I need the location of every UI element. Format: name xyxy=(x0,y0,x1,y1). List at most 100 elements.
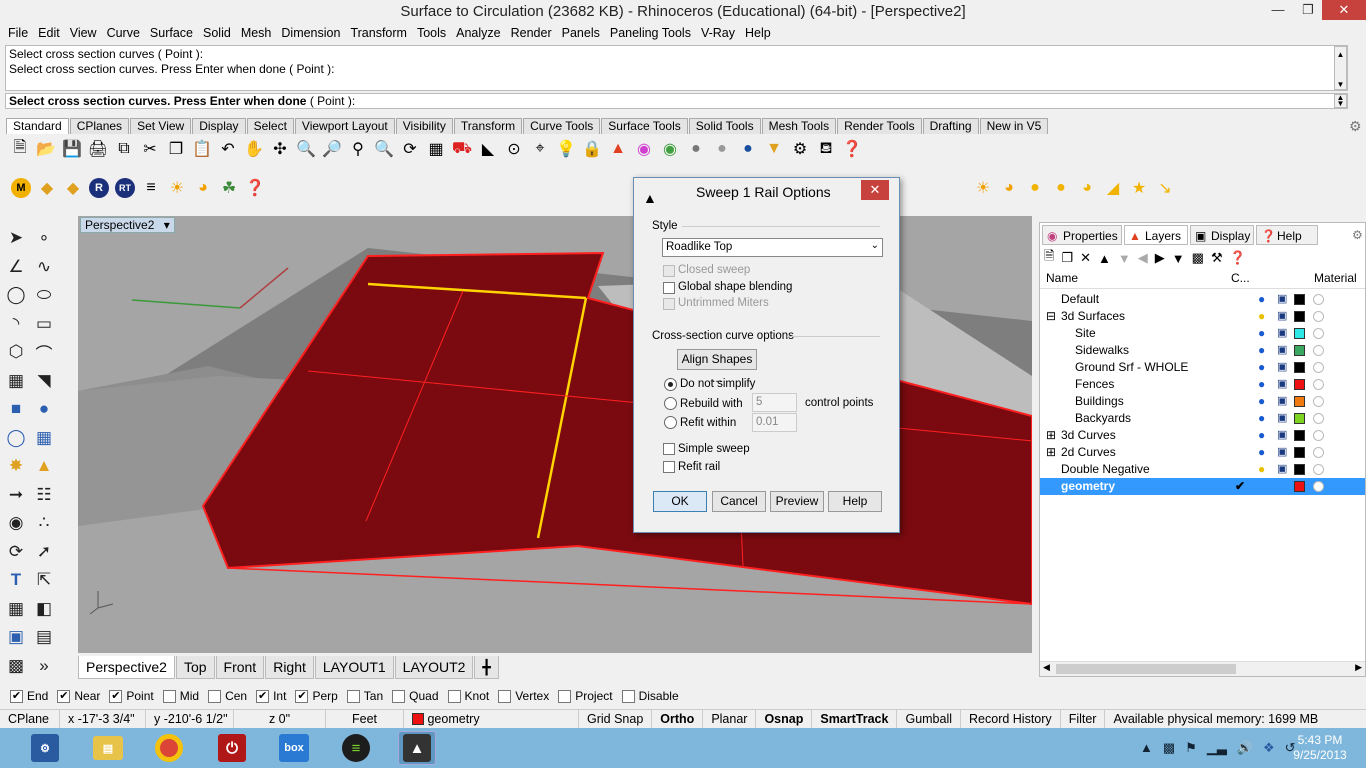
new-file-icon[interactable]: 🗎 xyxy=(7,136,33,162)
osnap-checkbox[interactable] xyxy=(346,689,360,703)
layer-material-swatch[interactable] xyxy=(1313,345,1324,356)
tab-layout1[interactable]: LAYOUT1 xyxy=(314,656,394,679)
menu-dimension[interactable]: Dimension xyxy=(276,26,345,40)
lock-icon[interactable]: ▣ xyxy=(1277,461,1287,478)
command-prompt[interactable]: Select cross section curves. Press Enter… xyxy=(5,93,1348,109)
file-explorer-icon[interactable]: ▤ xyxy=(89,731,127,765)
osnap-knot[interactable]: Knot xyxy=(447,689,489,703)
light-bulb-icon[interactable]: ● xyxy=(1258,444,1265,461)
menu-vray[interactable]: V-Ray xyxy=(696,26,740,40)
sphere-icon[interactable]: ● xyxy=(31,396,57,422)
units-status[interactable]: Feet xyxy=(326,710,404,728)
layer-material-swatch[interactable] xyxy=(1313,447,1324,458)
osnap-end[interactable]: ✔ End xyxy=(10,689,48,703)
surface-from-points-icon[interactable]: ▦ xyxy=(3,368,29,394)
layers-help-icon[interactable]: ❓ xyxy=(1230,250,1246,266)
osnap-checkbox[interactable] xyxy=(392,689,406,703)
menu-tools[interactable]: Tools xyxy=(412,26,451,40)
style-select[interactable]: Roadlike Top ⌄ xyxy=(662,238,883,257)
render-preview-icon[interactable]: ▼ xyxy=(761,136,787,162)
layer-color-swatch[interactable] xyxy=(1294,379,1305,390)
layer-material-swatch[interactable] xyxy=(1313,413,1324,424)
layer-color-swatch[interactable] xyxy=(1294,294,1305,305)
ies-light-icon[interactable]: ★ xyxy=(1126,175,1152,201)
lock-icon[interactable]: ▣ xyxy=(1277,410,1287,427)
simple-sweep-checkbox[interactable] xyxy=(663,443,675,455)
osnap-mid[interactable]: Mid xyxy=(162,689,199,703)
name-column-header[interactable]: Name xyxy=(1046,267,1078,289)
directional-light-icon[interactable]: ↘ xyxy=(1152,175,1178,201)
tab-layout2[interactable]: LAYOUT2 xyxy=(394,656,474,679)
layer-material-swatch[interactable] xyxy=(1313,311,1324,322)
tab-solid-tools[interactable]: Solid Tools xyxy=(688,118,761,134)
layer-color-swatch[interactable] xyxy=(1294,345,1305,356)
sun-icon[interactable]: ☀ xyxy=(164,175,190,201)
scroll-thumb[interactable] xyxy=(1056,664,1236,674)
import-icon[interactable]: ⧉ xyxy=(111,136,137,162)
layer-color-swatch[interactable] xyxy=(1294,311,1305,322)
light-bulb-icon[interactable]: ● xyxy=(1258,410,1265,427)
expand-toggle-icon[interactable]: ⊞ xyxy=(1046,427,1056,444)
tab-right[interactable]: Right xyxy=(265,656,314,679)
grid-snap-toggle[interactable]: Grid Snap xyxy=(579,710,653,728)
menu-panels[interactable]: Panels xyxy=(557,26,605,40)
layer-color-swatch[interactable] xyxy=(1294,481,1305,492)
move-down-icon[interactable]: ▼ xyxy=(1118,251,1131,266)
restore-button[interactable]: ❐ xyxy=(1292,0,1324,20)
menu-analyze[interactable]: Analyze xyxy=(451,26,505,40)
layer-material-swatch[interactable] xyxy=(1313,362,1324,373)
gear-icon[interactable]: ⚙ xyxy=(1349,118,1362,135)
render-color-icon[interactable]: ◉ xyxy=(657,136,683,162)
expand-toggle-icon[interactable]: ⊞ xyxy=(1046,444,1056,461)
layer-material-swatch[interactable] xyxy=(1313,430,1324,441)
new-layer-icon[interactable]: 🗎 xyxy=(1044,247,1054,269)
tab-mesh-tools[interactable]: Mesh Tools xyxy=(761,118,837,134)
osnap-checkbox[interactable] xyxy=(447,689,461,703)
layer-row[interactable]: geometry ✔ xyxy=(1040,478,1365,495)
arc-icon[interactable]: ◝ xyxy=(3,311,29,337)
close-window-button[interactable]: ✕ xyxy=(1322,0,1366,20)
layer-row[interactable]: Sidewalks ● ▣ xyxy=(1040,342,1365,359)
command-history[interactable]: Select cross section curves ( Point ): S… xyxy=(5,45,1348,91)
block-icon[interactable]: ▣ xyxy=(3,624,29,650)
layer-material-swatch[interactable] xyxy=(1313,396,1324,407)
dome-light-2-icon[interactable]: ◕ xyxy=(1074,175,1100,201)
filter-toggle[interactable]: Filter xyxy=(1061,710,1106,728)
layer-row[interactable]: Double Negative ● ▣ xyxy=(1040,461,1365,478)
tools-icon[interactable]: ⚒ xyxy=(1211,250,1223,266)
lock-icon[interactable]: ▣ xyxy=(1277,359,1287,376)
tray-volume-icon[interactable]: 🔊 xyxy=(1237,740,1253,756)
save-icon[interactable]: 💾 xyxy=(59,136,85,162)
osnap-checkbox[interactable]: ✔ xyxy=(295,689,309,703)
pan-icon[interactable]: ✋ xyxy=(241,136,267,162)
viewport-title[interactable]: Perspective2 ▾ xyxy=(80,217,175,233)
color-wheel-icon[interactable]: ◉ xyxy=(631,136,657,162)
expand-toggle-icon[interactable]: ⊟ xyxy=(1046,308,1056,325)
current-column-header[interactable]: C... xyxy=(1231,267,1250,289)
tab-display-panel[interactable]: ▣ Display xyxy=(1190,225,1254,245)
menu-surface[interactable]: Surface xyxy=(145,26,198,40)
toolbar-layout-icon[interactable]: ⛾ xyxy=(813,136,839,162)
trim-icon[interactable]: ▲ xyxy=(31,453,57,479)
osnap-checkbox[interactable]: ✔ xyxy=(256,689,270,703)
light-bulb-icon[interactable]: ● xyxy=(1258,325,1265,342)
vray-frame-buffer-icon[interactable]: ≡ xyxy=(138,175,164,201)
layer-color-swatch[interactable] xyxy=(1294,430,1305,441)
tab-set-view[interactable]: Set View xyxy=(130,118,192,134)
material-column-header[interactable]: Material xyxy=(1314,267,1357,289)
copy-icon[interactable]: ❐ xyxy=(163,136,189,162)
current-layer-status[interactable]: geometry xyxy=(404,710,579,728)
lock-icon[interactable]: ▣ xyxy=(1277,342,1287,359)
paste-icon[interactable]: 📋 xyxy=(189,136,215,162)
new-sublayer-icon[interactable]: ❐ xyxy=(1061,250,1073,266)
rotate-view-icon[interactable]: ✣ xyxy=(267,136,293,162)
chevron-down-icon[interactable]: ▾ xyxy=(164,218,170,232)
vray-render-icon[interactable]: R xyxy=(86,175,112,201)
osnap-toggle[interactable]: Osnap xyxy=(756,710,813,728)
current-layer-check-icon[interactable]: ✔ xyxy=(1235,478,1245,495)
light-bulb-icon[interactable]: ● xyxy=(1258,291,1265,308)
box-icon[interactable]: box xyxy=(275,731,313,765)
osnap-project[interactable]: Project xyxy=(558,689,613,703)
polyline-icon[interactable]: ∠ xyxy=(3,254,29,280)
osnap-quad[interactable]: Quad xyxy=(392,689,439,703)
